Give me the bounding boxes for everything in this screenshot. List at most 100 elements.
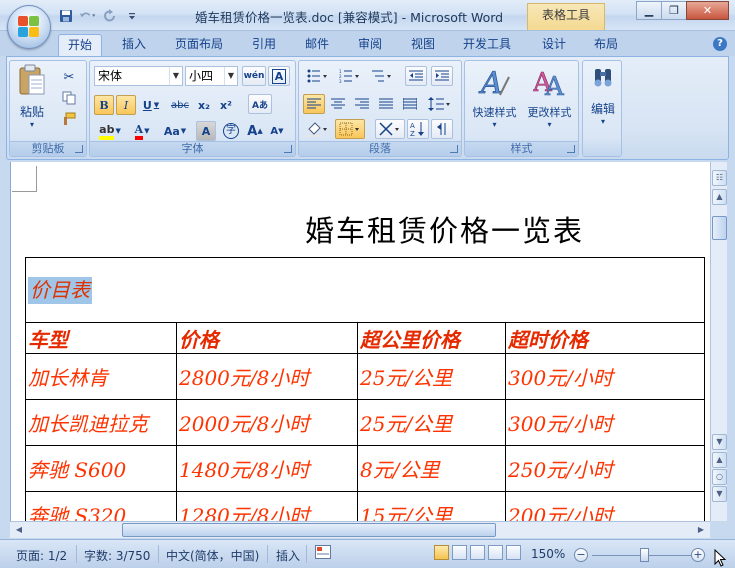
full-screen-reading-view-button[interactable] [452, 545, 467, 560]
horizontal-scroll-thumb[interactable] [122, 523, 496, 537]
align-right-button[interactable] [351, 94, 373, 114]
format-painter-button[interactable] [58, 109, 80, 129]
shading-button[interactable] [303, 119, 333, 139]
save-icon[interactable] [57, 7, 75, 24]
tab-review[interactable]: 审阅 [348, 34, 392, 56]
zoom-slider-thumb[interactable] [640, 548, 649, 562]
tab-table-design[interactable]: 设计 [532, 34, 576, 56]
table-cell[interactable]: 300元/小时 [505, 353, 705, 400]
justify-button[interactable] [375, 94, 397, 114]
previous-page-button[interactable]: ▲ [712, 452, 727, 468]
table-header-cell[interactable]: 超时价格 [505, 322, 705, 354]
shrink-font-button[interactable]: A ▼ [267, 121, 287, 141]
ruler-toggle-icon[interactable]: ☷ [712, 170, 727, 186]
distributed-button[interactable] [399, 94, 421, 114]
redo-icon[interactable] [101, 7, 119, 24]
table-cell[interactable]: 2800元/8小时 [176, 353, 358, 400]
table-header-cell[interactable]: 超公里价格 [357, 322, 506, 354]
font-dialog-launcher-icon[interactable] [284, 145, 292, 153]
table-cell[interactable]: 25元/公里 [357, 399, 506, 446]
maximize-button[interactable]: ❐ [661, 1, 687, 20]
align-center-button[interactable] [327, 94, 349, 114]
tab-table-layout[interactable]: 布局 [584, 34, 628, 56]
scroll-down-button[interactable]: ▼ [712, 434, 727, 450]
align-left-button[interactable] [303, 94, 325, 114]
clear-formatting-button[interactable]: Aあ [248, 94, 272, 114]
vertical-scroll-thumb[interactable] [712, 216, 727, 240]
tab-view[interactable]: 视图 [401, 34, 445, 56]
table-cell[interactable]: 1480元/8小时 [176, 445, 358, 492]
phonetic-guide-button[interactable]: wén [242, 66, 266, 86]
cut-button[interactable]: ✂ [58, 67, 80, 87]
font-name-select[interactable]: 宋体 ▼ [94, 66, 183, 86]
word-count[interactable]: 字数: 3/750 [84, 547, 150, 564]
outline-view-button[interactable] [488, 545, 503, 560]
clipboard-dialog-launcher-icon[interactable] [75, 145, 83, 153]
enclose-characters-button[interactable]: 字 [220, 121, 242, 141]
horizontal-scrollbar[interactable]: ◀ ▶ [10, 521, 710, 538]
table-cell[interactable]: 加长凯迪拉克 [25, 399, 177, 446]
tab-insert[interactable]: 插入 [112, 34, 156, 56]
decrease-indent-button[interactable] [405, 66, 427, 86]
table-cell[interactable]: 200元/小时 [505, 491, 705, 521]
font-size-select[interactable]: 小四 ▼ [185, 66, 238, 86]
multilevel-list-button[interactable] [367, 66, 397, 86]
change-styles-button[interactable]: AA 更改样式 ▾ [522, 65, 577, 137]
grow-font-button[interactable]: A ▲ [245, 121, 265, 141]
insert-mode-status[interactable]: 插入 [276, 547, 300, 564]
close-button[interactable]: ✕ [686, 1, 729, 20]
sort-button[interactable]: AZ [407, 119, 429, 139]
table-cell[interactable]: 25元/公里 [357, 353, 506, 400]
vertical-scrollbar[interactable]: ☷ ▲ ▼ ▲ ○ ▼ [710, 162, 727, 521]
tab-mailings[interactable]: 邮件 [295, 34, 339, 56]
document-page[interactable]: 婚车租赁价格一览表 价目表 车型 价格 超公里价格 超时价格 加长林肯 2800… [10, 162, 710, 521]
subscript-button[interactable]: x₂ [194, 95, 214, 115]
paragraph-dialog-launcher-icon[interactable] [450, 145, 458, 153]
chinese-layout-button[interactable] [375, 119, 405, 139]
draft-view-button[interactable] [506, 545, 521, 560]
undo-icon[interactable] [79, 7, 97, 24]
tab-page-layout[interactable]: 页面布局 [168, 34, 230, 56]
table-cell[interactable]: 250元/小时 [505, 445, 705, 492]
numbering-button[interactable]: 123 [335, 66, 365, 86]
select-browse-object-button[interactable]: ○ [712, 469, 727, 485]
price-table[interactable]: 价目表 车型 价格 超公里价格 超时价格 加长林肯 2800元/8小时 25元/… [25, 257, 705, 521]
scroll-right-button[interactable]: ▶ [694, 523, 708, 537]
text-highlight-button[interactable]: ab ▼ [94, 121, 126, 141]
copy-button[interactable] [58, 88, 80, 108]
font-color-button[interactable]: A ▼ [128, 121, 156, 141]
print-layout-view-button[interactable] [434, 545, 449, 560]
styles-dialog-launcher-icon[interactable] [567, 145, 575, 153]
bold-button[interactable]: B [94, 95, 114, 115]
strikethrough-button[interactable]: abc [168, 95, 192, 115]
table-caption-cell[interactable]: 价目表 [25, 257, 705, 323]
line-spacing-button[interactable] [425, 94, 455, 114]
table-cell[interactable]: 奔驰 S320 [25, 491, 177, 521]
table-cell[interactable]: 1280元/8小时 [176, 491, 358, 521]
language-status[interactable]: 中文(简体，中国) [166, 547, 259, 564]
tab-references[interactable]: 引用 [242, 34, 286, 56]
italic-button[interactable]: I [116, 95, 136, 115]
table-cell[interactable]: 2000元/8小时 [176, 399, 358, 446]
table-cell[interactable]: 加长林肯 [25, 353, 177, 400]
table-cell[interactable]: 8元/公里 [357, 445, 506, 492]
table-cell[interactable]: 奔驰 S600 [25, 445, 177, 492]
macro-record-icon[interactable] [315, 545, 331, 562]
scroll-left-button[interactable]: ◀ [12, 523, 26, 537]
superscript-button[interactable]: x² [216, 95, 236, 115]
underline-button[interactable]: U ▼ [138, 95, 164, 115]
web-layout-view-button[interactable] [470, 545, 485, 560]
character-border-button[interactable]: A [268, 66, 290, 86]
minimize-button[interactable]: ▁ [636, 1, 662, 20]
tab-home[interactable]: 开始 [58, 34, 102, 56]
bullets-button[interactable] [303, 66, 333, 86]
page-count[interactable]: 页面: 1/2 [16, 547, 67, 564]
change-case-button[interactable]: Aa ▼ [158, 121, 192, 141]
scroll-up-button[interactable]: ▲ [712, 189, 727, 205]
show-hide-marks-button[interactable] [431, 119, 453, 139]
borders-button[interactable] [335, 119, 365, 139]
help-icon[interactable]: ? [713, 37, 727, 51]
editing-button[interactable]: 编辑 ▾ [585, 65, 621, 137]
character-shading-button[interactable]: A [196, 121, 216, 141]
office-button[interactable] [7, 5, 51, 49]
